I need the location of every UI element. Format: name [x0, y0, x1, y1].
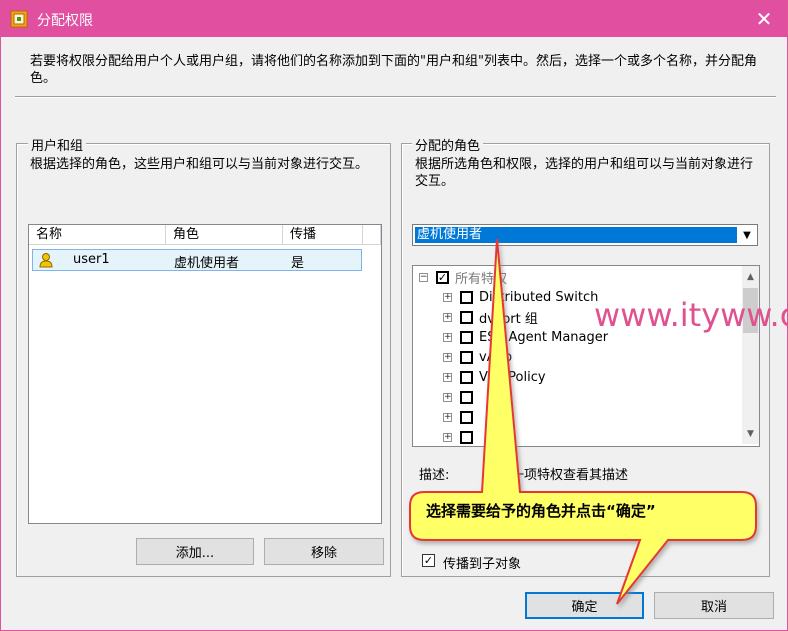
- callout-text: 选择需要给予的角色并点击“确定”: [426, 502, 656, 520]
- callout-bubble: [409, 238, 757, 605]
